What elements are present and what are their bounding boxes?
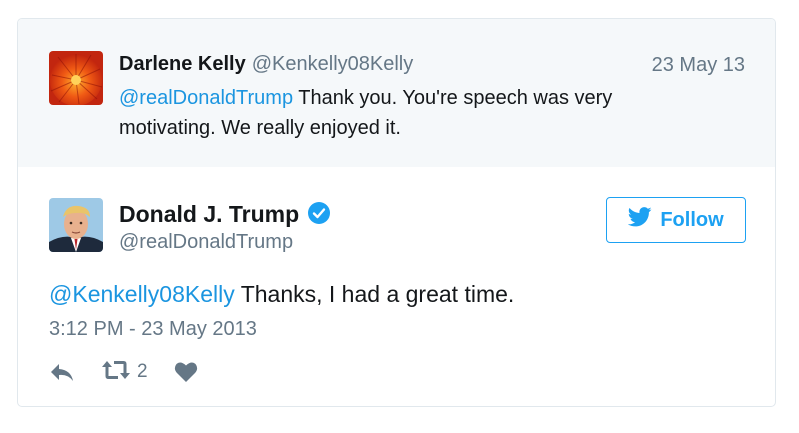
author-avatar[interactable] [49,198,103,252]
parent-tweet[interactable]: Darlene Kelly @Kenkelly08Kelly 23 May 13 … [18,19,775,167]
parent-mention-link[interactable]: @realDonaldTrump [119,87,293,109]
parent-date[interactable]: 23 May 13 [652,54,745,77]
follow-label: Follow [660,208,724,231]
reply-icon[interactable] [49,362,75,382]
author-name[interactable]: Donald J. Trump [119,201,299,227]
parent-avatar[interactable] [49,51,103,105]
tweet-embed-card: Darlene Kelly @Kenkelly08Kelly 23 May 13 … [17,18,776,407]
twitter-bird-icon [628,207,652,233]
follow-button[interactable]: Follow [606,197,746,243]
verified-badge-icon [307,201,331,231]
tweet-timestamp[interactable]: 3:12 PM - 23 May 2013 [49,318,257,341]
parent-tweet-text: @realDonaldTrump Thank you. You're speec… [119,83,679,143]
parent-author-name[interactable]: Darlene Kelly [119,53,246,75]
author-name-row: Donald J. Trump [119,200,331,231]
retweet-icon [101,359,131,386]
tweet-actions: 2 [49,359,198,385]
retweet-count: 2 [137,361,148,382]
tweet-text: @Kenkelly08Kelly Thanks, I had a great t… [49,279,514,309]
retweet-button[interactable]: 2 [101,359,148,386]
parent-author-handle[interactable]: @Kenkelly08Kelly [252,53,414,75]
heart-icon[interactable] [174,361,198,383]
author-handle[interactable]: @realDonaldTrump [119,231,293,254]
mention-link[interactable]: @Kenkelly08Kelly [49,281,235,307]
parent-header: Darlene Kelly @Kenkelly08Kelly [119,52,413,76]
tweet-text-body: Thanks, I had a great time. [234,281,515,307]
